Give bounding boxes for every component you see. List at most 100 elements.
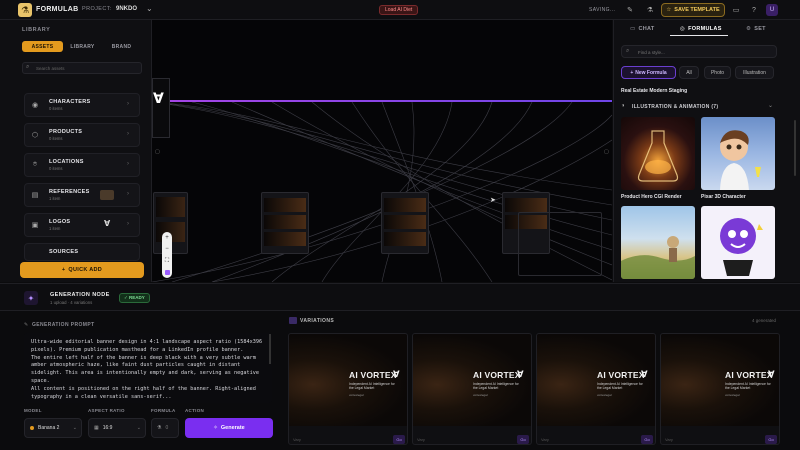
fit-view-icon[interactable]: ⛶ <box>165 258 169 265</box>
asset-category-characters[interactable] <box>24 93 140 117</box>
variation-tag: vortexlegal <box>349 393 364 397</box>
vortex-logo-icon: Ɐ <box>393 369 400 379</box>
palette-icon: ◑ <box>621 103 625 109</box>
variation-footer: Vary <box>665 437 673 442</box>
style-tile-pixar-3d[interactable] <box>701 117 775 190</box>
asset-count: 0 items <box>49 166 63 171</box>
aspect-ratio-select[interactable]: ▦ 16:9 ⌄ <box>88 418 146 438</box>
vortex-logo-icon: Ɐ <box>641 369 648 379</box>
variation-card[interactable]: AI VORTEX Ɐ Independent AI Intelligence … <box>288 333 408 445</box>
node-thumbnail <box>264 215 306 229</box>
saving-status: SAVING... <box>589 7 616 13</box>
asset-category-logos[interactable] <box>24 213 140 237</box>
cursor-icon: ➤ <box>490 197 496 204</box>
monitor-icon[interactable]: ▭ <box>730 4 742 16</box>
calendar-icon: ▦ <box>94 425 99 431</box>
tab-formulas-label: FORMULAS <box>688 26 722 32</box>
zoom-out-icon[interactable]: − <box>165 246 169 252</box>
variation-go-button[interactable]: Go <box>765 435 777 444</box>
model-select[interactable]: Banana 2 ⌄ <box>24 418 82 438</box>
vortex-logo-icon: Ɐ <box>517 369 524 379</box>
variation-title: AI VORTEX <box>473 370 521 380</box>
avatar[interactable]: U <box>766 4 778 16</box>
style-tile-watercolor[interactable] <box>621 206 695 279</box>
chevron-right-icon: › <box>127 191 129 197</box>
asset-title: LOGOS <box>49 219 71 225</box>
new-formula-button[interactable]: + New Formula <box>621 66 676 79</box>
variation-go-button[interactable]: Go <box>641 435 653 444</box>
asset-category-references[interactable] <box>24 183 140 207</box>
node-thumbnail <box>264 232 306 246</box>
variation-subtitle: Independent AI Intelligence for the Lega… <box>597 382 643 390</box>
variation-go-button[interactable]: Go <box>393 435 405 444</box>
quick-add-button[interactable]: + QUICK ADD <box>20 262 144 278</box>
style-tile-product-hero[interactable] <box>621 117 695 190</box>
formula-icon: ◎ <box>680 26 686 32</box>
category-header[interactable]: ILLUSTRATION & ANIMATION (7) <box>632 104 718 110</box>
filter-all[interactable]: All <box>679 66 699 79</box>
style-tile-flat-illustration[interactable] <box>701 206 775 279</box>
tab-assets[interactable]: ASSETS <box>22 41 63 52</box>
project-name[interactable]: 9NKDO <box>116 6 137 12</box>
zoom-controls[interactable]: + − ⛶ <box>162 232 172 278</box>
lock-icon[interactable] <box>164 270 170 276</box>
character-render-icon <box>720 130 761 190</box>
scrollbar[interactable] <box>794 120 796 176</box>
prompt-label: GENERATION PROMPT <box>32 322 95 328</box>
logo-node[interactable] <box>152 78 170 138</box>
generate-button[interactable]: ✧ Generate <box>185 418 273 438</box>
variation-card[interactable]: AI VORTEX Ɐ Independent AI Intelligence … <box>412 333 532 445</box>
new-formula-label: New Formula <box>635 69 667 76</box>
filter-photo[interactable]: Photo <box>704 66 731 79</box>
help-icon[interactable]: ? <box>748 4 760 16</box>
prompt-textarea[interactable]: Ultra-wide editorial banner design in 4:… <box>24 333 272 403</box>
quick-add-label: QUICK ADD <box>68 267 103 273</box>
save-template-button[interactable]: ☆ SAVE TEMPLATE <box>661 3 725 17</box>
tab-chat-label: CHAT <box>638 26 655 32</box>
variation-title: AI VORTEX <box>349 370 397 380</box>
asset-category-products[interactable] <box>24 123 140 147</box>
node-port-icon[interactable]: ▢ <box>155 149 160 155</box>
variation-image <box>413 334 531 426</box>
tab-formulas[interactable]: ◎ FORMULAS <box>680 23 722 35</box>
edit-icon[interactable]: ✎ <box>624 4 636 16</box>
aspect-value: 16:9 <box>102 425 113 431</box>
chevron-right-icon: › <box>127 161 129 167</box>
tab-brand[interactable]: BRAND <box>103 41 140 52</box>
load-badge[interactable]: Load AI Diet <box>379 5 419 15</box>
variation-tag: vortexlegal <box>725 393 740 397</box>
asset-category-sources[interactable] <box>24 243 140 261</box>
style-name: Product Hero CGI Render <box>621 194 682 200</box>
variation-image <box>661 334 779 426</box>
variation-card[interactable]: AI VORTEX Ɐ Independent AI Intelligence … <box>660 333 780 445</box>
chevron-down-icon[interactable]: ⌄ <box>768 102 773 109</box>
tab-chat[interactable]: ▭ CHAT <box>630 23 655 35</box>
variation-image <box>289 334 407 426</box>
pin-icon: ⌾ <box>32 161 38 168</box>
scrollbar[interactable] <box>269 334 271 364</box>
variation-card[interactable]: AI VORTEX Ɐ Independent AI Intelligence … <box>536 333 656 445</box>
formula-item[interactable]: Real Estate Modern Staging <box>621 88 687 94</box>
chevron-down-icon[interactable]: ⌄ <box>146 4 153 13</box>
flask-logo-icon[interactable]: ⚗ <box>18 3 32 17</box>
flask-icon[interactable]: ⚗ <box>644 4 656 16</box>
formula-select[interactable]: ⚗ 0 <box>151 418 179 438</box>
plus-icon: + <box>61 267 66 273</box>
zoom-in-icon[interactable]: + <box>165 235 169 241</box>
node-thumbnail <box>384 215 426 229</box>
active-tab-indicator <box>670 35 728 36</box>
gear-icon: ⚙ <box>746 26 752 32</box>
asset-category-locations[interactable] <box>24 153 140 177</box>
aspect-label: ASPECT RATIO <box>88 408 125 413</box>
search-icon: ⌕ <box>626 48 630 54</box>
tab-library[interactable]: LIBRARY <box>64 41 101 52</box>
chevron-down-icon: ⌄ <box>72 425 77 431</box>
variation-go-button[interactable]: Go <box>517 435 529 444</box>
chevron-right-icon: › <box>127 221 129 227</box>
filter-illustration[interactable]: Illustration <box>735 66 774 79</box>
variations-label: VARIATIONS <box>300 318 335 324</box>
variation-tag: vortexlegal <box>597 393 612 397</box>
tab-set[interactable]: ⚙ SET <box>746 23 766 35</box>
node-thumbnail <box>156 197 185 217</box>
node-port-icon[interactable]: ▢ <box>604 149 609 155</box>
